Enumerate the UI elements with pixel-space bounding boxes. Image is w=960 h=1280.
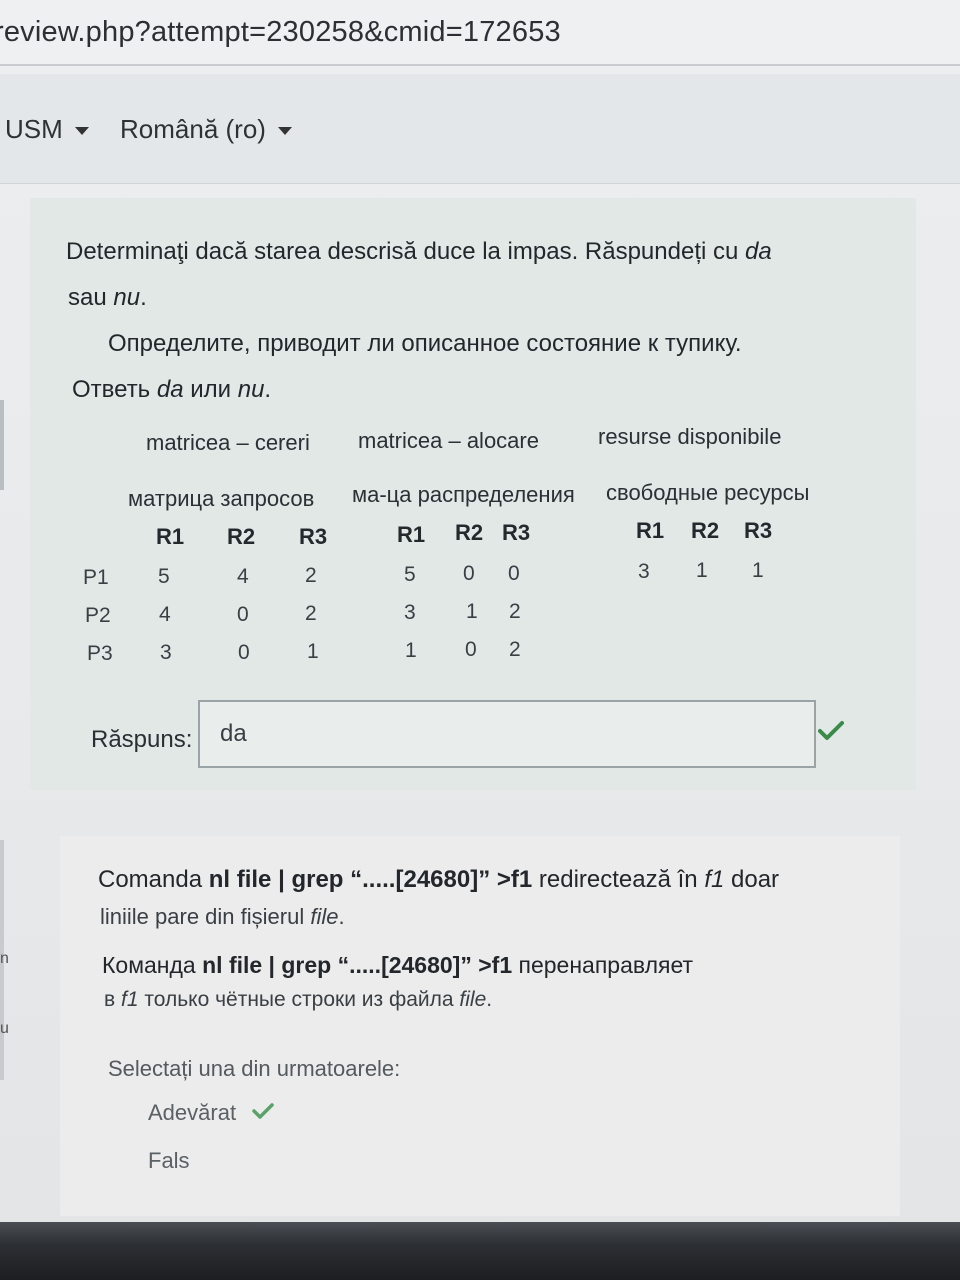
language-label: Română (ro): [120, 114, 266, 144]
answer-input[interactable]: [198, 700, 816, 768]
monitor-bezel: [0, 1222, 960, 1280]
requests-col-r3: R3: [299, 524, 328, 549]
allocation-cell: 3: [404, 601, 416, 624]
requests-cell: 0: [237, 603, 249, 626]
correct-check-icon: [818, 721, 844, 740]
left-panel-edge: [0, 400, 4, 490]
allocation-col-r3: R3: [502, 520, 531, 545]
correct-check-icon: [252, 1103, 274, 1119]
allocation-matrix-title-ru: ма-ца распределения: [352, 482, 575, 507]
nav-usm-label: USM: [5, 114, 63, 144]
question-text-ro-cont: sau nu.: [68, 284, 147, 311]
allocation-cell: 0: [465, 638, 477, 661]
caret-down-icon: [74, 127, 89, 136]
row-p3: P3: [87, 642, 113, 665]
answer-label: Răspuns:: [91, 726, 193, 753]
available-cell: 3: [638, 560, 650, 583]
question-text-ru-cont: в f1 только чётные строки из файла file.: [104, 988, 493, 1011]
option-fals[interactable]: Fals: [148, 1148, 190, 1174]
question-1-card: Determinaţi dacă starea descrisă duce la…: [30, 198, 916, 790]
requests-cell: 4: [237, 565, 249, 588]
requests-cell: 2: [305, 602, 317, 625]
allocation-cell: 0: [508, 562, 520, 585]
requests-cell: 0: [238, 641, 250, 664]
allocation-col-r2: R2: [455, 520, 484, 545]
row-p1: P1: [83, 566, 109, 589]
top-navigation: USM Română (ro): [0, 74, 960, 184]
allocation-cell: 1: [405, 639, 417, 662]
nav-usm-menu[interactable]: USM: [5, 114, 89, 145]
requests-matrix-title-ro: matricea – cereri: [146, 430, 310, 455]
available-col-r3: R3: [744, 518, 773, 543]
question-text-ru: Определите, приводит ли описанное состоя…: [108, 330, 742, 357]
left-edge-fragment: n: [0, 950, 9, 967]
allocation-cell: 0: [463, 562, 475, 585]
requests-col-r1: R1: [156, 524, 185, 549]
screen: review.php?attempt=230258&cmid=172653 US…: [0, 0, 960, 1280]
allocation-col-r1: R1: [397, 522, 426, 547]
option-adevarat[interactable]: Adevărat: [148, 1100, 236, 1126]
select-prompt: Selectați una din urmatoarele:: [108, 1056, 401, 1081]
question-text-ro: Comanda nl file | grep “.....[24680]” >f…: [98, 866, 780, 893]
allocation-cell: 5: [404, 563, 416, 586]
url-text[interactable]: review.php?attempt=230258&cmid=172653: [0, 16, 561, 49]
question-text-ru: Команда nl file | grep “.....[24680]” >f…: [102, 952, 694, 978]
left-edge-fragment: u: [0, 1020, 9, 1037]
available-cell: 1: [752, 559, 764, 582]
row-p2: P2: [85, 604, 111, 627]
requests-cell: 1: [307, 640, 319, 663]
requests-cell: 4: [159, 603, 171, 626]
question-text-ru-cont: Ответь da или nu.: [72, 376, 272, 403]
requests-cell: 5: [158, 565, 170, 588]
available-col-r1: R1: [636, 518, 665, 543]
requests-matrix-title-ru: матрица запросов: [128, 486, 315, 511]
allocation-cell: 2: [509, 600, 521, 623]
question-text-ro: Determinaţi dacă starea descrisă duce la…: [66, 238, 772, 265]
language-menu[interactable]: Română (ro): [120, 114, 292, 145]
allocation-cell: 2: [509, 638, 521, 661]
requests-cell: 2: [305, 564, 317, 587]
requests-cell: 3: [160, 641, 172, 664]
available-col-r2: R2: [691, 518, 720, 543]
caret-down-icon: [277, 127, 292, 136]
question-2-card: Comanda nl file | grep “.....[24680]” >f…: [60, 836, 900, 1216]
requests-col-r2: R2: [227, 524, 256, 549]
question-text-ro-cont: liniile pare din fișierul file.: [100, 904, 345, 929]
available-cell: 1: [696, 559, 708, 582]
address-bar[interactable]: review.php?attempt=230258&cmid=172653: [0, 0, 960, 66]
available-resources-title-ru: свободные ресурсы: [606, 480, 810, 505]
allocation-cell: 1: [466, 600, 478, 623]
allocation-matrix-title-ro: matricea – alocare: [358, 428, 539, 453]
available-resources-title-ro: resurse disponibile: [598, 424, 782, 449]
